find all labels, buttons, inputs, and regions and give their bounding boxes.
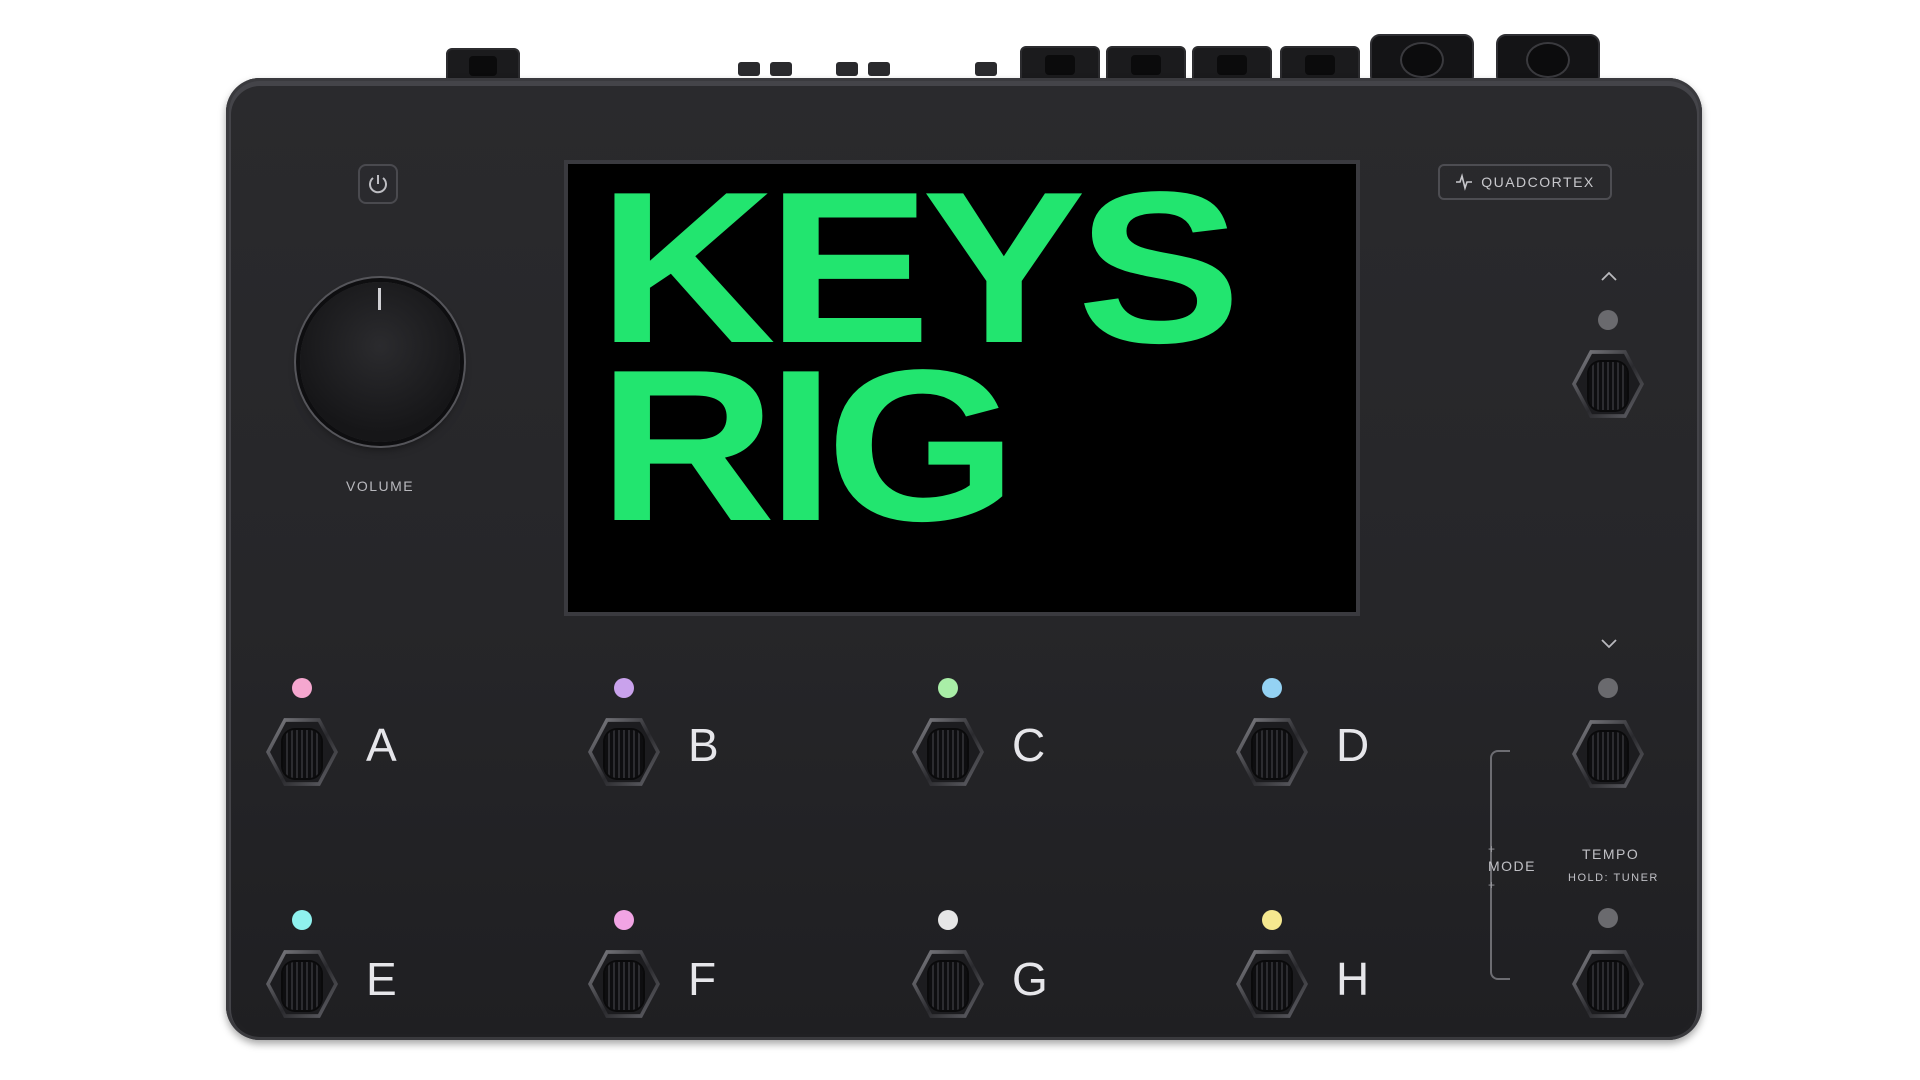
footswitch-led-7 [1262, 910, 1282, 930]
footswitch-led-1 [614, 678, 634, 698]
mode-plus-bottom: + [1488, 878, 1496, 892]
screen-title-line-2: RIG [598, 324, 1018, 566]
footswitch-letter-7: H [1336, 953, 1370, 1005]
tempo-label: TEMPO [1582, 846, 1640, 862]
footswitch-letter-3: D [1336, 719, 1370, 771]
power-button[interactable] [358, 164, 398, 204]
volume-knob[interactable] [300, 282, 460, 442]
footswitch-letter-2: C [1012, 719, 1046, 771]
tempo-led [1598, 908, 1618, 928]
preset-up-led [1598, 310, 1618, 330]
screen-title: KEYS RIG [598, 159, 1419, 566]
waveform-logo-icon [1456, 173, 1473, 191]
footswitch-letter-5: F [688, 953, 717, 1005]
power-icon [369, 175, 387, 194]
chevron-down-icon [1601, 639, 1617, 649]
top-small-jack-1 [738, 62, 760, 76]
mode-label: MODE [1488, 858, 1536, 874]
footswitch-led-0 [292, 678, 312, 698]
footswitch-led-2 [938, 678, 958, 698]
footswitch-led-5 [614, 910, 634, 930]
footswitch-letter-1: B [688, 719, 719, 771]
mode-plus-top: + [1488, 842, 1496, 856]
footswitch-led-3 [1262, 678, 1282, 698]
brand-name: QUADCORTEX [1481, 174, 1595, 190]
top-small-jack-4 [868, 62, 890, 76]
hold-tuner-label: HOLD: TUNER [1568, 872, 1659, 884]
top-small-jack-5 [975, 62, 997, 76]
brand-badge: QUADCORTEX [1438, 164, 1612, 200]
top-small-jack-3 [836, 62, 858, 76]
footswitch-letter-6: G [1012, 953, 1048, 1005]
footswitch-letter-4: E [366, 953, 397, 1005]
touchscreen[interactable]: KEYS RIG [564, 159, 1360, 616]
top-small-jack-2 [770, 62, 792, 76]
chevron-up-icon [1601, 271, 1617, 281]
footswitch-letter-0: A [366, 719, 397, 771]
footswitch-led-6 [938, 910, 958, 930]
preset-down-led [1598, 678, 1618, 698]
preset-up-footswitch[interactable] [1572, 350, 1644, 418]
volume-label: VOLUME [346, 478, 415, 494]
footswitch-led-4 [292, 910, 312, 930]
quad-cortex-device: VOLUME KEYS RIG QUADCORTEX + MODE + TEMP… [226, 78, 1702, 1040]
